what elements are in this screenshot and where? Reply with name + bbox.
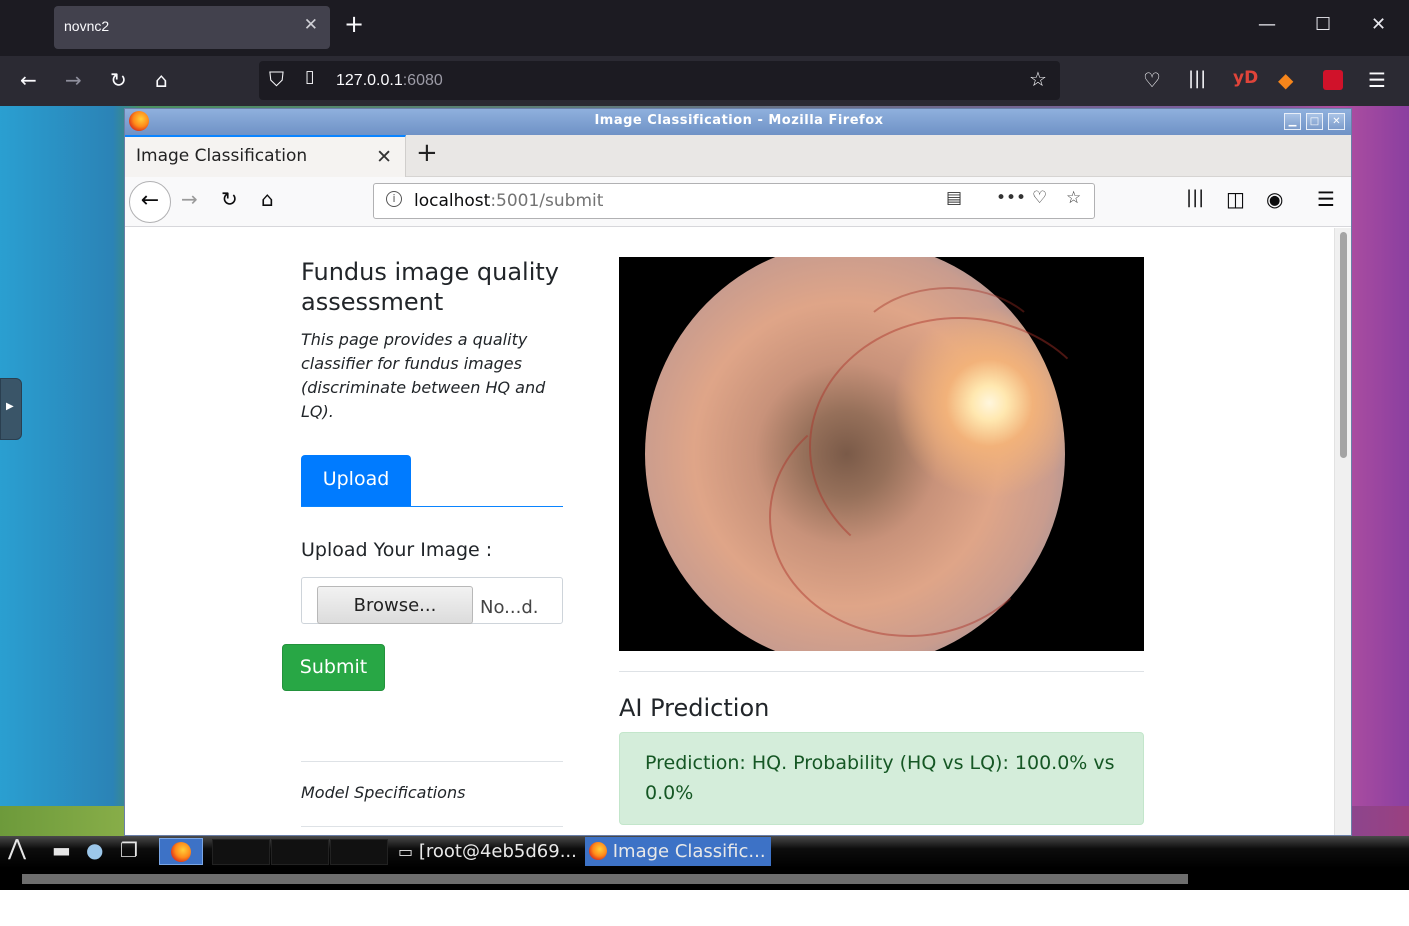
file-manager-icon[interactable]: ❐ bbox=[120, 840, 138, 860]
inner-url-bar[interactable]: i localhost:5001/submit ▤ ••• ♡ ☆ bbox=[373, 183, 1095, 219]
pocket-icon[interactable]: ♡ bbox=[1032, 190, 1047, 207]
reload-icon[interactable]: ↻ bbox=[221, 189, 238, 209]
outer-nav-bar: ← → ↻ ⌂ ⛉ ▯ 127.0.0.1:6080 ☆ ♡ ||| yD ◆ … bbox=[0, 56, 1409, 106]
vessel-shape bbox=[769, 397, 1049, 637]
show-desktop-icon[interactable]: ▬ bbox=[52, 840, 71, 860]
page-scrollbar[interactable] bbox=[1334, 228, 1351, 835]
close-tab-icon[interactable]: ✕ bbox=[376, 146, 392, 168]
divider bbox=[301, 826, 563, 827]
close-tab-icon[interactable]: ✕ bbox=[304, 15, 318, 35]
workspace-3[interactable] bbox=[330, 839, 388, 865]
novnc-bottom-bar bbox=[0, 868, 1409, 890]
maximize-icon[interactable]: ☐ bbox=[1315, 14, 1331, 35]
divider bbox=[619, 671, 1144, 672]
forward-icon[interactable]: → bbox=[65, 70, 82, 90]
reader-view-icon[interactable]: ▤ bbox=[946, 190, 962, 207]
metamask-icon[interactable]: ◆ bbox=[1278, 70, 1293, 90]
inner-url-text: localhost:5001/submit bbox=[414, 191, 604, 211]
window-title-bar[interactable]: Image Classification - Mozilla Firefox ▁… bbox=[125, 109, 1351, 135]
page-content: Fundus image quality assessment This pag… bbox=[125, 228, 1335, 835]
terminal-icon: ▭ bbox=[398, 842, 414, 861]
browser-launch-icon[interactable]: ● bbox=[86, 840, 103, 860]
inner-nav-bar: ← → ↻ ⌂ i localhost:5001/submit ▤ ••• ♡ … bbox=[125, 177, 1351, 227]
inner-tab-bar: Image Classification ✕ + bbox=[125, 135, 1351, 177]
file-name-text: No...d. bbox=[480, 597, 539, 618]
desktop-taskbar: ⋀ ▬ ● ❐ ▭ [root@4eb5d69... Image Classif… bbox=[0, 836, 1409, 868]
yandex-icon[interactable]: yD bbox=[1233, 70, 1258, 87]
home-icon[interactable]: ⌂ bbox=[155, 70, 168, 90]
more-actions-icon[interactable]: ••• bbox=[996, 190, 1026, 207]
outer-tab-title: novnc2 bbox=[64, 18, 110, 34]
outer-tab-novnc2[interactable]: novnc2 ✕ bbox=[54, 6, 330, 49]
sidebar-icon[interactable]: ◫ bbox=[1226, 189, 1245, 209]
back-icon[interactable]: ← bbox=[20, 70, 37, 90]
firefox-icon bbox=[589, 842, 607, 860]
forward-icon[interactable]: → bbox=[181, 189, 198, 209]
outer-url-bar[interactable]: ⛉ ▯ 127.0.0.1:6080 ☆ bbox=[259, 61, 1060, 100]
page-title: Fundus image quality assessment bbox=[301, 258, 559, 316]
firefox-icon bbox=[171, 842, 191, 862]
novnc-side-handle[interactable]: ▶ bbox=[0, 378, 22, 440]
upload-tab[interactable]: Upload bbox=[301, 455, 411, 506]
minimize-icon[interactable]: — bbox=[1258, 14, 1276, 35]
inner-firefox-window: Image Classification - Mozilla Firefox ▁… bbox=[124, 108, 1352, 836]
divider bbox=[301, 761, 563, 762]
tab-title: Image Classification bbox=[136, 146, 308, 166]
page-icon: ▯ bbox=[305, 67, 315, 87]
outer-url-text: 127.0.0.1:6080 bbox=[336, 72, 443, 89]
library-icon[interactable]: ||| bbox=[1186, 189, 1204, 207]
page-description: This page provides a quality classifier … bbox=[301, 330, 546, 421]
submit-button[interactable]: Submit bbox=[282, 644, 385, 691]
model-specifications-link[interactable]: Model Specifications bbox=[301, 783, 465, 802]
vessel-shape bbox=[849, 287, 1049, 427]
expand-arrow-icon: ▶ bbox=[6, 401, 14, 412]
fundus-image bbox=[619, 257, 1144, 651]
firefox-task-label: Image Classific... bbox=[612, 841, 766, 862]
shield-icon[interactable]: ⛉ bbox=[269, 69, 284, 89]
home-icon[interactable]: ⌂ bbox=[261, 189, 274, 209]
terminal-task-label: [root@4eb5d69... bbox=[418, 841, 577, 862]
start-menu-icon[interactable]: ⋀ bbox=[8, 838, 26, 860]
file-input[interactable]: Browse... No...d. bbox=[301, 577, 563, 624]
prediction-alert: Prediction: HQ. Probability (HQ vs LQ): … bbox=[619, 732, 1144, 825]
extension-icon[interactable] bbox=[1323, 70, 1343, 90]
firefox-launch-icon[interactable] bbox=[159, 838, 203, 865]
horizontal-scrollbar[interactable] bbox=[22, 874, 1188, 884]
reload-icon[interactable]: ↻ bbox=[110, 70, 127, 90]
info-icon[interactable]: i bbox=[386, 191, 402, 207]
menu-icon[interactable]: ☰ bbox=[1317, 189, 1335, 209]
browse-button[interactable]: Browse... bbox=[317, 586, 473, 624]
scroll-thumb[interactable] bbox=[1340, 232, 1347, 458]
taskbar-firefox[interactable]: Image Classific... bbox=[585, 837, 771, 866]
tab-underline bbox=[301, 506, 563, 507]
taskbar-terminal[interactable]: ▭ [root@4eb5d69... bbox=[398, 837, 584, 866]
pocket-icon[interactable]: ♡ bbox=[1143, 70, 1161, 90]
star-icon[interactable]: ☆ bbox=[1029, 69, 1047, 89]
window-title: Image Classification - Mozilla Firefox bbox=[594, 113, 884, 128]
maximize-icon[interactable]: □ bbox=[1306, 113, 1323, 130]
account-icon[interactable]: ◉ bbox=[1266, 189, 1283, 209]
star-icon[interactable]: ☆ bbox=[1066, 190, 1081, 207]
outer-tab-bar: novnc2 ✕ + — ☐ ✕ bbox=[0, 0, 1409, 56]
minimize-icon[interactable]: ▁ bbox=[1284, 113, 1301, 130]
tab-image-classification[interactable]: Image Classification ✕ bbox=[125, 135, 406, 177]
workspace-2[interactable] bbox=[271, 839, 329, 865]
workspace-1[interactable] bbox=[212, 839, 270, 865]
upload-label: Upload Your Image : bbox=[301, 539, 493, 561]
ai-prediction-title: AI Prediction bbox=[619, 694, 770, 722]
back-icon[interactable]: ← bbox=[129, 181, 171, 223]
library-icon[interactable]: ||| bbox=[1188, 70, 1206, 88]
menu-icon[interactable]: ☰ bbox=[1368, 70, 1386, 90]
new-tab-icon[interactable]: + bbox=[344, 12, 364, 36]
close-window-icon[interactable]: ✕ bbox=[1328, 113, 1345, 130]
close-window-icon[interactable]: ✕ bbox=[1371, 14, 1386, 35]
new-tab-icon[interactable]: + bbox=[416, 140, 438, 166]
